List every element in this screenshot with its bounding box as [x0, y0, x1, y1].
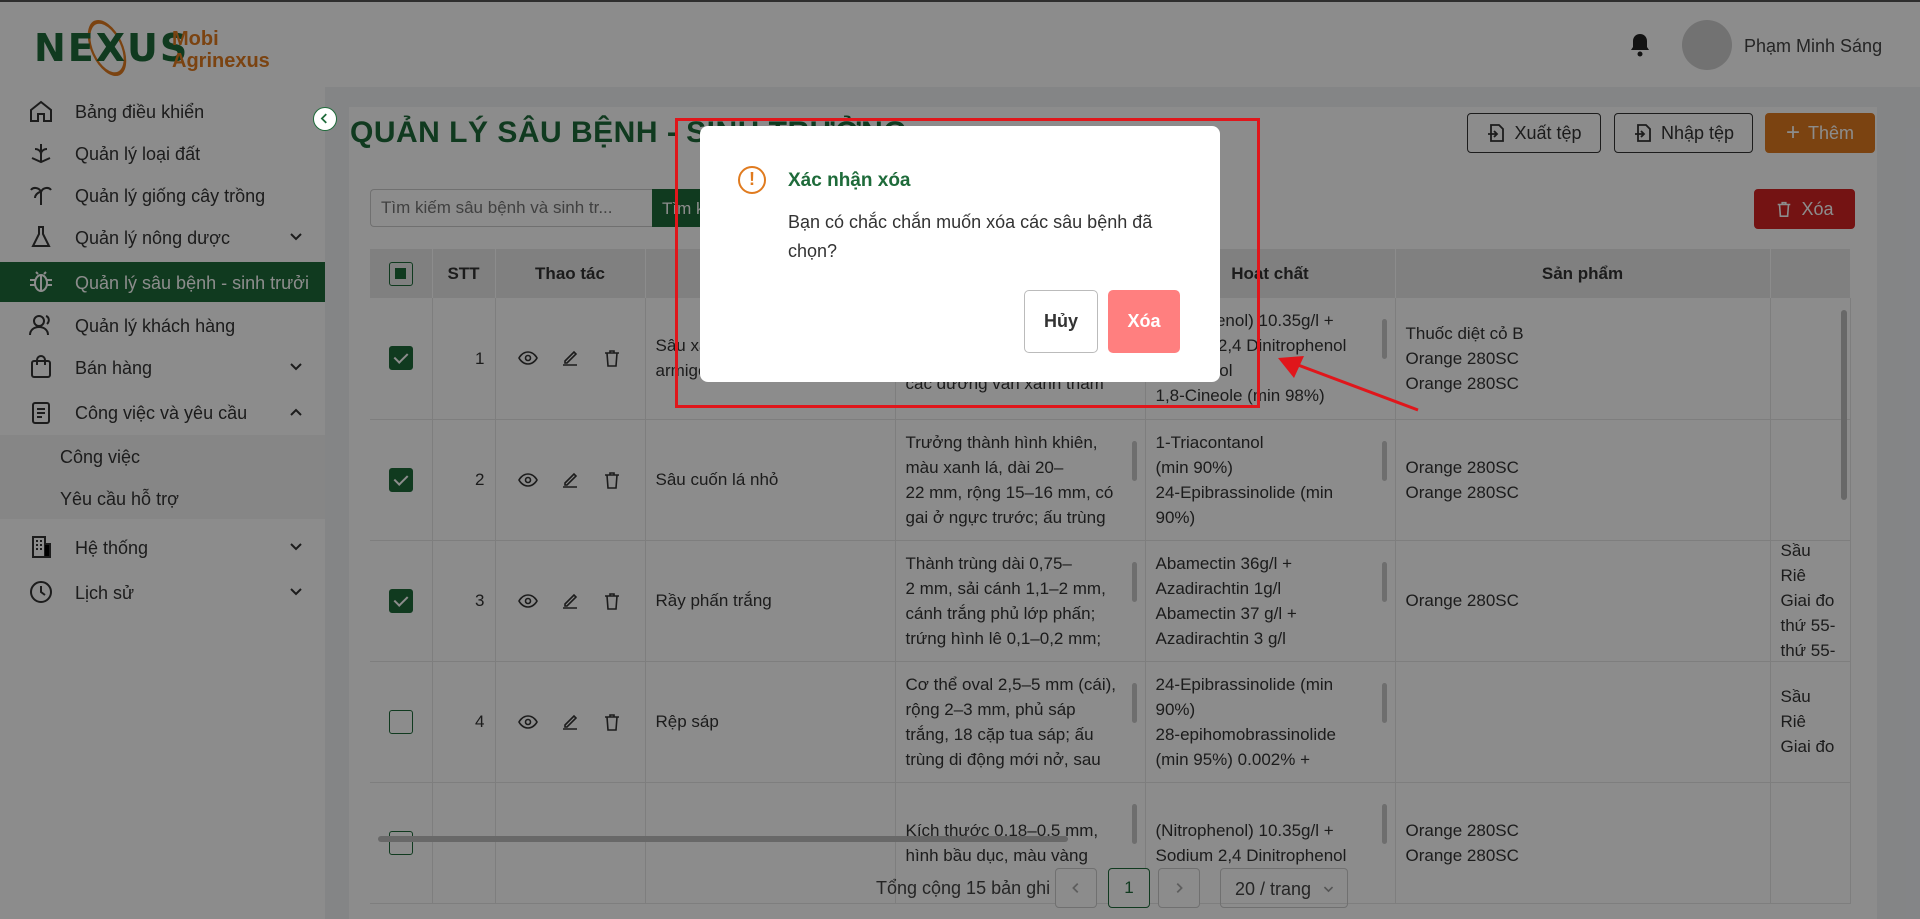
- sidebar-collapse-button[interactable]: [313, 107, 337, 131]
- annotation-arrow-icon: [1278, 356, 1419, 412]
- chevron-left-icon: [320, 113, 327, 124]
- annotation-highlight-box: [675, 118, 1260, 408]
